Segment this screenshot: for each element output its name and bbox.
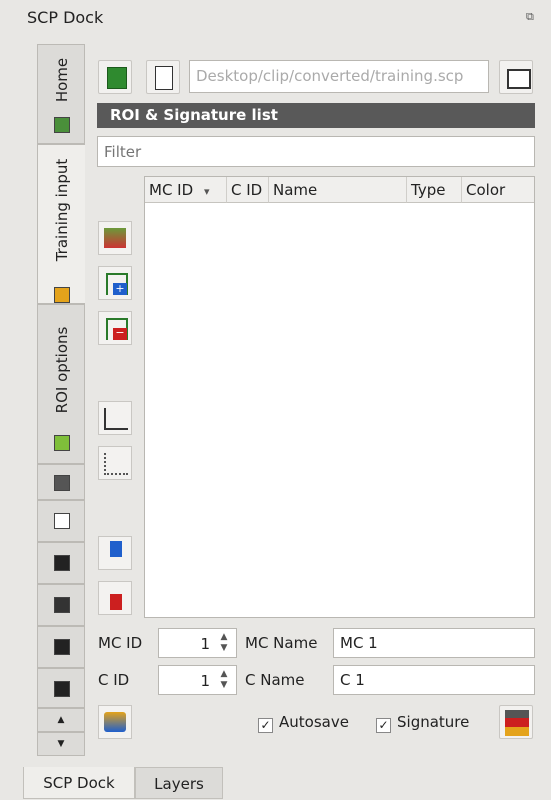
spin-arrows-icon[interactable]: ▲ ▼ <box>216 669 232 691</box>
sort-indicator: ▾ <box>203 185 210 198</box>
export-icon <box>54 597 70 613</box>
save-icon <box>505 710 529 736</box>
merge-icon <box>104 228 126 248</box>
c-id-value: 1 <box>200 672 210 690</box>
column-header-name[interactable]: Name <box>269 177 407 203</box>
mc-id-label: MC ID <box>98 634 143 652</box>
filter-input[interactable] <box>97 136 535 167</box>
reset-training-button[interactable] <box>499 60 533 94</box>
tab-layers[interactable]: Layers <box>135 767 223 799</box>
tab-preprocess[interactable] <box>37 584 85 626</box>
home-icon <box>54 117 70 133</box>
signature-checkbox[interactable]: ✓ Signature <box>376 713 469 733</box>
postprocess-icon <box>54 681 70 697</box>
spectral-signature-plot-button[interactable] <box>98 401 132 435</box>
tab-home-label: Home <box>53 57 71 103</box>
process-icon <box>54 639 70 655</box>
mc-name-label: MC Name <box>245 634 318 652</box>
signature-label: Signature <box>397 713 470 731</box>
c-name-input[interactable]: C 1 <box>333 665 535 695</box>
tab-band-processing[interactable] <box>37 626 85 668</box>
new-file-icon <box>155 66 173 90</box>
save-training-button[interactable] <box>499 705 533 739</box>
scroll-up-button[interactable]: ▲ <box>37 708 85 732</box>
minus-icon: − <box>113 327 127 340</box>
column-header-type[interactable]: Type <box>407 177 462 203</box>
tab-layers-stack[interactable] <box>37 464 85 500</box>
roi-signature-table[interactable]: MC ID ▾ C ID Name Type Color <box>144 176 535 618</box>
plot-icon <box>54 513 70 529</box>
export-arrow-icon <box>110 594 122 610</box>
roi-signature-header: ROI & Signature list <box>97 103 535 128</box>
tab-spectral-plot[interactable] <box>37 500 85 542</box>
dock-titlebar: SCP Dock ⧉ <box>0 0 551 34</box>
stack-icon <box>54 475 70 491</box>
tab-roi-options[interactable]: ROI options <box>37 304 85 464</box>
column-header-mc-id[interactable]: MC ID ▾ <box>145 177 227 203</box>
scatter-plot-icon <box>104 453 128 475</box>
export-signatures-button[interactable] <box>98 581 132 615</box>
download-icon <box>54 555 70 571</box>
autosave-check-mark: ✓ <box>258 718 273 733</box>
training-icon <box>54 287 70 303</box>
delete-roi-button[interactable]: − <box>98 311 132 345</box>
spin-arrows-icon[interactable]: ▲ ▼ <box>216 632 232 654</box>
add-roi-button[interactable]: + <box>98 266 132 300</box>
c-id-spinbox[interactable]: 1 ▲ ▼ <box>158 665 237 695</box>
tab-training-label: Training input <box>53 158 71 262</box>
c-id-label: C ID <box>98 671 130 689</box>
scroll-down-button[interactable]: ▼ <box>37 732 85 756</box>
tab-home[interactable]: Home <box>37 44 85 144</box>
mc-id-spinbox[interactable]: 1 ▲ ▼ <box>158 628 237 658</box>
tab-training-input[interactable]: Training input <box>37 144 85 304</box>
vertical-tab-strip: Home Training input ROI options ▲ ▼ <box>37 44 85 756</box>
undo-icon <box>104 712 126 732</box>
training-path-field[interactable]: Desktop/clip/converted/training.scp <box>189 60 489 93</box>
c-name-label: C Name <box>245 671 305 689</box>
tab-postprocess[interactable] <box>37 668 85 708</box>
open-file-icon <box>107 67 127 89</box>
tab-scp-dock[interactable]: SCP Dock <box>23 767 135 799</box>
autosave-checkbox[interactable]: ✓ Autosave <box>258 713 349 733</box>
reset-icon <box>507 69 531 89</box>
plus-icon: + <box>113 283 127 295</box>
undo-save-button[interactable] <box>98 705 132 739</box>
import-signatures-button[interactable] <box>98 536 132 570</box>
signature-plot-icon <box>104 408 128 430</box>
float-icon[interactable]: ⧉ <box>526 10 534 24</box>
new-training-button[interactable] <box>146 60 180 94</box>
tab-download[interactable] <box>37 542 85 584</box>
autosave-label: Autosave <box>279 713 349 731</box>
mc-id-value: 1 <box>200 635 210 653</box>
merge-signatures-button[interactable] <box>98 221 132 255</box>
scatter-plot-button[interactable] <box>98 446 132 480</box>
mc-name-input[interactable]: MC 1 <box>333 628 535 658</box>
open-training-button[interactable] <box>98 60 132 94</box>
column-header-color[interactable]: Color <box>462 177 534 203</box>
dock-title: SCP Dock <box>27 8 104 27</box>
column-header-c-id[interactable]: C ID <box>227 177 269 203</box>
roi-options-icon <box>54 435 70 451</box>
signature-check-mark: ✓ <box>376 718 391 733</box>
import-arrow-icon <box>110 541 122 557</box>
tab-roi-options-label: ROI options <box>53 326 71 414</box>
column-mc-id-label: MC ID <box>149 181 194 199</box>
